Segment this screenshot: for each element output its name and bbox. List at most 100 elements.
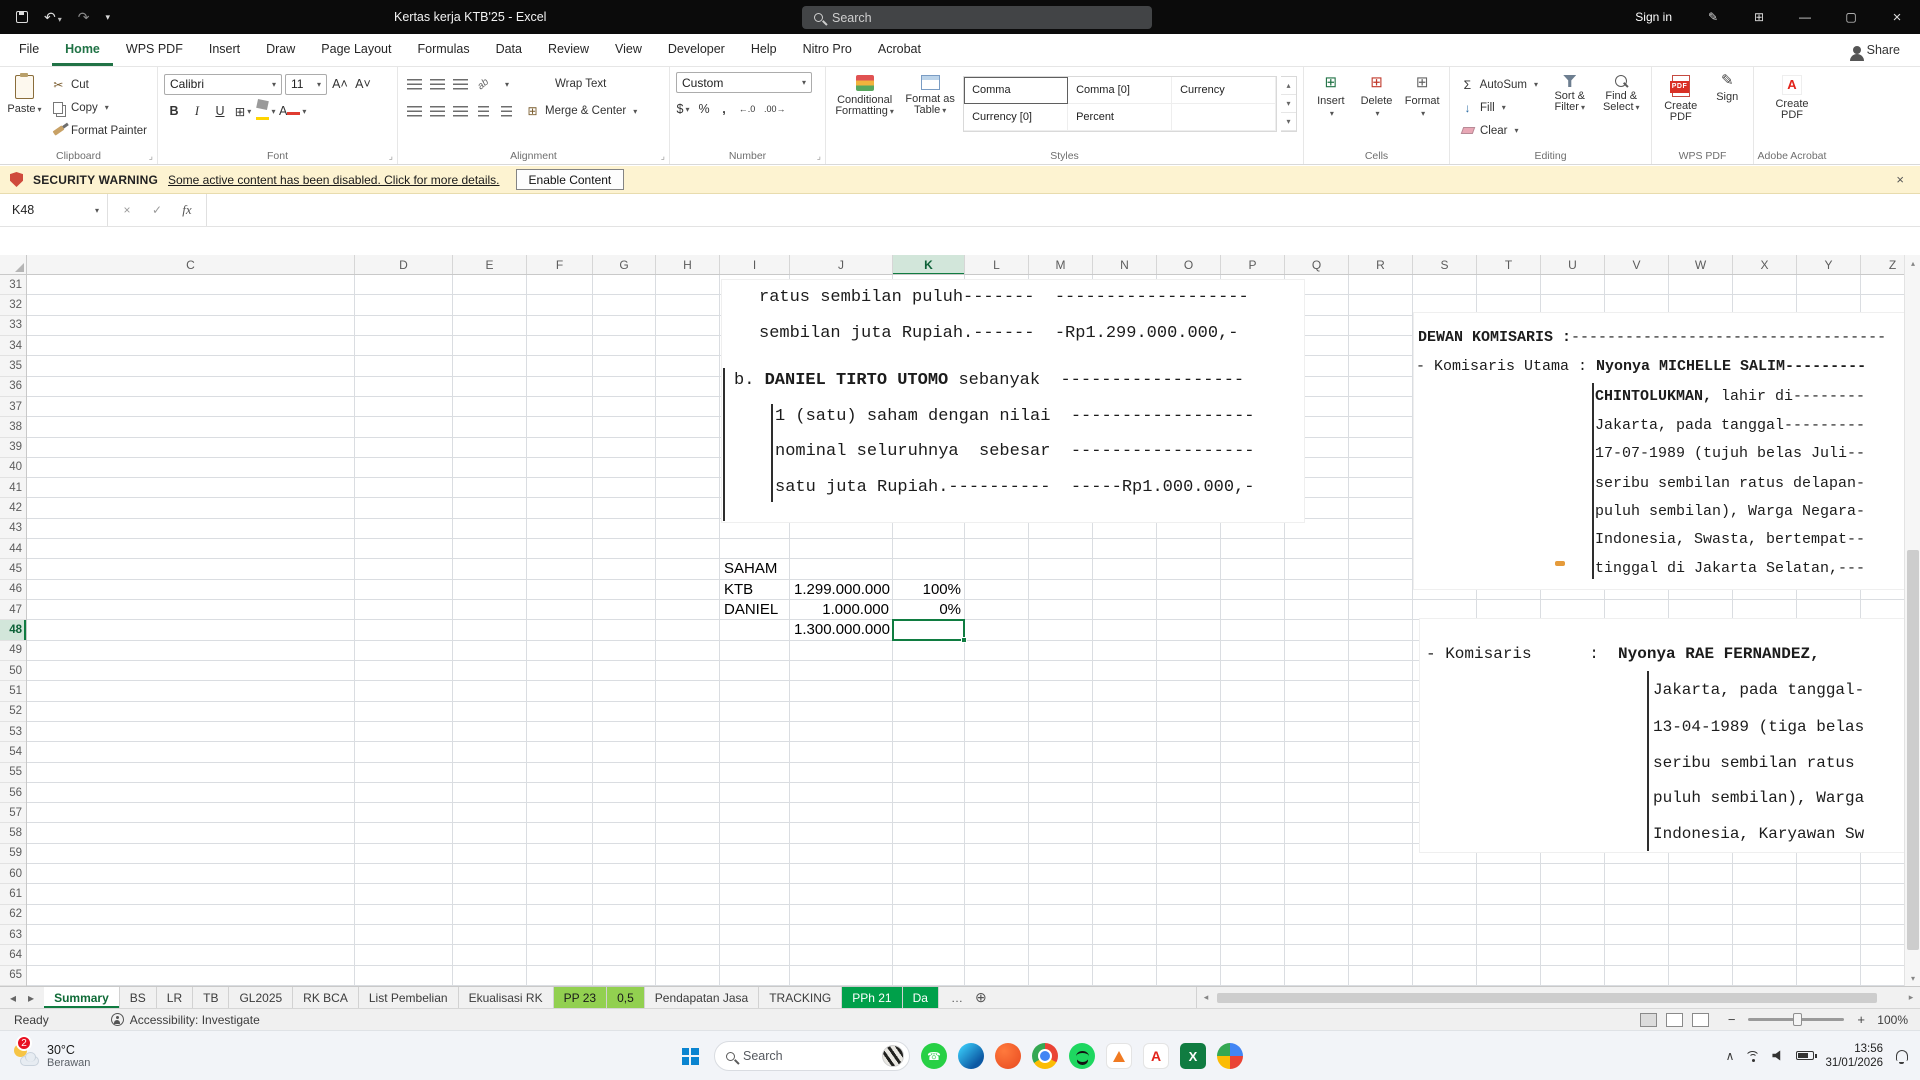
row-header-64[interactable]: 64: [0, 945, 26, 965]
new-sheet-button[interactable]: ⊕: [975, 989, 987, 1006]
cell-J48[interactable]: 1.300.000.000: [790, 620, 893, 640]
horizontal-scroll-thumb[interactable]: [1217, 993, 1877, 1003]
row-header-63[interactable]: 63: [0, 925, 26, 945]
comma-style-button[interactable]: ,: [718, 99, 730, 119]
ribbon-tab-review[interactable]: Review: [535, 34, 602, 66]
zoom-out-button[interactable]: −: [1728, 1012, 1736, 1027]
column-header-R[interactable]: R: [1349, 255, 1413, 275]
share-button[interactable]: Share: [1833, 34, 1920, 66]
gallery-up-icon[interactable]: ▴: [1281, 77, 1296, 95]
ribbon-tab-acrobat[interactable]: Acrobat: [865, 34, 934, 66]
row-header-47[interactable]: 47: [0, 600, 26, 620]
edge-icon[interactable]: [958, 1043, 984, 1069]
google-app-icon[interactable]: [1217, 1043, 1243, 1069]
column-header-L[interactable]: L: [965, 255, 1029, 275]
gallery-more-icon[interactable]: ▾: [1281, 113, 1296, 131]
dialog-launcher-icon[interactable]: ⌟: [389, 151, 393, 162]
cell-style-currency-0[interactable]: Currency [0]: [964, 104, 1068, 131]
row-header-53[interactable]: 53: [0, 722, 26, 742]
notification-bell-icon[interactable]: [1896, 1050, 1908, 1061]
sheet-tab-lr[interactable]: LR: [157, 987, 193, 1008]
row-header-59[interactable]: 59: [0, 844, 26, 864]
borders-button[interactable]: ⊞▾: [233, 101, 253, 121]
row-header-32[interactable]: 32: [0, 295, 26, 315]
increase-font-button[interactable]: A˄: [330, 74, 350, 94]
cell-style-currency[interactable]: Currency: [1172, 77, 1276, 104]
sheet-tab-rk-bca[interactable]: RK BCA: [293, 987, 359, 1008]
select-all-corner[interactable]: [0, 255, 27, 275]
restore-button[interactable]: ▢: [1828, 0, 1874, 34]
scroll-down-icon[interactable]: ▾: [1905, 970, 1920, 986]
sign-in-button[interactable]: Sign in: [1617, 10, 1690, 24]
cell-J46[interactable]: 1.299.000.000: [790, 580, 893, 600]
cell-style-comma[interactable]: Comma: [964, 77, 1068, 104]
decrease-decimal-button[interactable]: .00→: [764, 99, 786, 119]
row-header-60[interactable]: 60: [0, 864, 26, 884]
cell-K46[interactable]: 100%: [893, 580, 965, 600]
number-format-select[interactable]: Custom▾: [676, 72, 812, 93]
column-header-H[interactable]: H: [656, 255, 720, 275]
battery-icon[interactable]: [1796, 1051, 1814, 1060]
ribbon-tab-help[interactable]: Help: [738, 34, 790, 66]
row-header-44[interactable]: 44: [0, 539, 26, 559]
ribbon-display-options-icon[interactable]: ⊞: [1736, 0, 1782, 34]
row-header-46[interactable]: 46: [0, 580, 26, 600]
scroll-up-icon[interactable]: ▴: [1905, 255, 1920, 271]
enable-content-button[interactable]: Enable Content: [516, 169, 625, 190]
column-header-O[interactable]: O: [1157, 255, 1221, 275]
row-header-34[interactable]: 34: [0, 336, 26, 356]
message-bar-close-icon[interactable]: ×: [1896, 172, 1920, 187]
save-icon[interactable]: [16, 11, 28, 23]
column-header-Y[interactable]: Y: [1797, 255, 1861, 275]
tray-chevron-icon[interactable]: ∧: [1726, 1049, 1735, 1063]
column-header-M[interactable]: M: [1029, 255, 1093, 275]
vlc-icon[interactable]: [1106, 1043, 1132, 1069]
fill-handle[interactable]: [961, 637, 967, 643]
taskbar-search[interactable]: Search: [714, 1041, 910, 1071]
embedded-document-image-right-bottom[interactable]: - Komisaris : Nyonya RAE FERNANDEZ, Jaka…: [1420, 619, 1904, 852]
fill-color-button[interactable]: ▾: [256, 101, 276, 121]
italic-button[interactable]: I: [187, 101, 207, 121]
decrease-indent-button[interactable]: [473, 101, 493, 121]
page-layout-view-button[interactable]: [1666, 1013, 1683, 1027]
row-header-65[interactable]: 65: [0, 966, 26, 986]
row-header-52[interactable]: 52: [0, 702, 26, 722]
column-header-E[interactable]: E: [453, 255, 527, 275]
zoom-level[interactable]: 100%: [1874, 1013, 1908, 1027]
column-header-F[interactable]: F: [527, 255, 593, 275]
row-header-55[interactable]: 55: [0, 763, 26, 783]
ribbon-tab-home[interactable]: Home: [52, 34, 113, 66]
row-header-43[interactable]: 43: [0, 519, 26, 539]
sheet-tab-0-5[interactable]: 0,5: [607, 987, 645, 1008]
normal-view-button[interactable]: [1640, 1013, 1657, 1027]
ribbon-tab-formulas[interactable]: Formulas: [404, 34, 482, 66]
cell-I47[interactable]: DANIEL: [720, 600, 790, 620]
row-header-51[interactable]: 51: [0, 681, 26, 701]
cell-K47[interactable]: 0%: [893, 600, 965, 620]
scroll-right-icon[interactable]: ▸: [1902, 992, 1920, 1003]
row-header-33[interactable]: 33: [0, 316, 26, 336]
format-cells-button[interactable]: ⊞ Format▾: [1401, 72, 1443, 120]
top-align-button[interactable]: [404, 74, 424, 94]
row-header-48[interactable]: 48: [0, 620, 26, 640]
column-header-C[interactable]: C: [27, 255, 355, 275]
sheet-tab-tracking[interactable]: TRACKING: [759, 987, 842, 1008]
column-header-Q[interactable]: Q: [1285, 255, 1349, 275]
align-left-button[interactable]: [404, 101, 424, 121]
cell-style-comma-0[interactable]: Comma [0]: [1068, 77, 1172, 104]
format-as-table-button[interactable]: Format asTable▾: [901, 72, 959, 132]
merge-center-button[interactable]: ⊞Merge & Center▾: [521, 101, 641, 122]
row-header-37[interactable]: 37: [0, 397, 26, 417]
security-details-link[interactable]: Some active content has been disabled. C…: [168, 173, 500, 187]
percent-style-button[interactable]: %: [697, 99, 711, 119]
chrome-icon[interactable]: [1032, 1043, 1058, 1069]
name-box[interactable]: K48▾: [0, 194, 108, 226]
column-header-G[interactable]: G: [593, 255, 656, 275]
minimize-button[interactable]: —: [1782, 0, 1828, 34]
cut-button[interactable]: ✂Cut: [47, 74, 151, 95]
font-size-select[interactable]: 11▾: [285, 74, 327, 95]
cell-I46[interactable]: KTB: [720, 580, 790, 600]
accessibility-checker[interactable]: Accessibility: Investigate: [111, 1013, 260, 1027]
start-button[interactable]: [677, 1043, 703, 1069]
column-header-W[interactable]: W: [1669, 255, 1733, 275]
